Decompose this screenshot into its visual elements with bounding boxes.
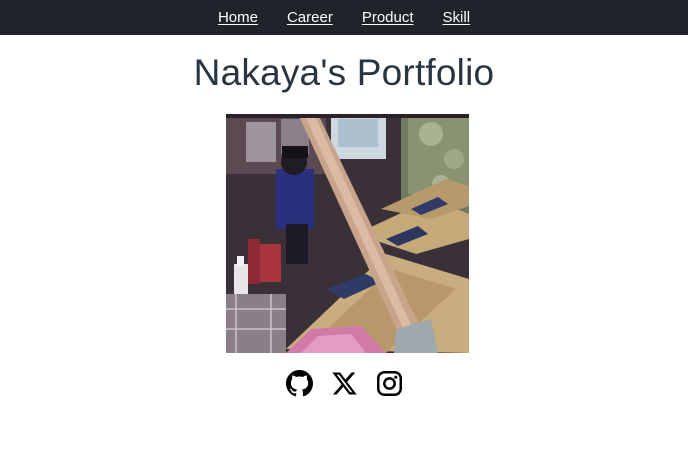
- nav-link-career[interactable]: Career: [287, 9, 333, 26]
- top-navbar: Home Career Product Skill: [0, 0, 688, 35]
- nav-link-skill[interactable]: Skill: [443, 9, 471, 26]
- x-link[interactable]: [331, 370, 358, 397]
- profile-photo: [226, 114, 469, 353]
- x-icon: [331, 372, 357, 395]
- nav-link-product[interactable]: Product: [362, 9, 414, 26]
- page-title: Nakaya's Portfolio: [193, 52, 495, 93]
- social-links: [0, 370, 688, 397]
- github-link[interactable]: [285, 370, 313, 397]
- instagram-link[interactable]: [376, 370, 403, 397]
- github-icon: [285, 370, 313, 397]
- nav-link-home[interactable]: Home: [218, 9, 258, 26]
- instagram-icon: [376, 371, 402, 396]
